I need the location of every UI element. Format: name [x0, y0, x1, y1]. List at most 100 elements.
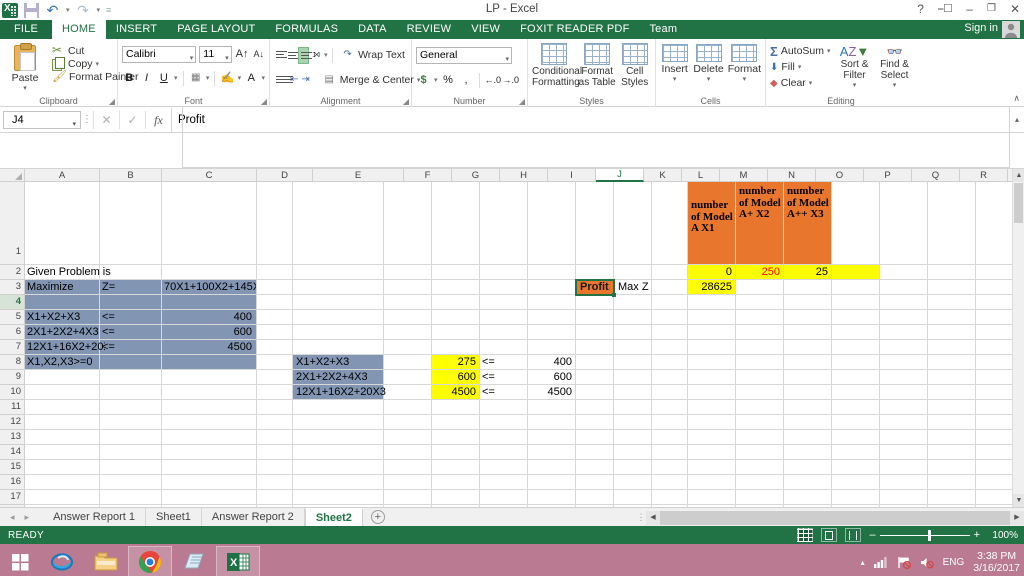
language-indicator[interactable]: ENG — [943, 557, 965, 568]
orientation-icon[interactable]: ⟕ — [311, 47, 320, 63]
column-header-G[interactable]: G — [452, 169, 500, 182]
row-header-8[interactable]: 8 — [0, 355, 25, 370]
cell-A9[interactable]: X1,X2,X3>=0 — [25, 356, 135, 369]
underline-dropdown-icon[interactable]: ▾ — [174, 74, 178, 82]
horizontal-scroll-thumb[interactable] — [660, 510, 1010, 525]
column-header-M[interactable]: M — [720, 169, 768, 182]
increase-decimal-icon[interactable]: ←.0 — [485, 72, 502, 88]
horizontal-scrollbar[interactable]: ⋮ ◀ ▶ — [636, 508, 1024, 527]
sign-in-button[interactable]: Sign in — [964, 22, 998, 34]
row-header-10[interactable]: 10 — [0, 385, 25, 400]
number-dialog-launcher[interactable]: ◢ — [519, 97, 525, 106]
cell-C7[interactable]: 600 — [162, 326, 254, 339]
taskbar-item-file-explorer[interactable] — [84, 546, 128, 576]
tab-insert[interactable]: INSERT — [106, 20, 167, 39]
column-header-B[interactable]: B — [100, 169, 162, 182]
cell-A8[interactable]: 12X1+16X2+20X3 — [25, 341, 105, 354]
italic-button[interactable]: I — [139, 70, 153, 86]
close-button[interactable]: ✕ — [1010, 2, 1020, 16]
number-format-dropdown-icon[interactable]: ▾ — [505, 52, 509, 67]
vertical-scrollbar[interactable]: ▲ ▼ — [1012, 169, 1024, 507]
restore-button[interactable]: ❐ — [987, 2, 996, 16]
cell-K4[interactable]: Max Z — [616, 281, 652, 294]
new-sheet-button[interactable]: + — [370, 510, 385, 524]
taskbar-item-excel[interactable]: X — [216, 546, 260, 576]
vertical-scroll-thumb[interactable] — [1014, 183, 1023, 223]
comma-format-icon[interactable]: , — [459, 72, 474, 88]
network-icon[interactable] — [873, 556, 888, 568]
select-all-button[interactable] — [0, 169, 25, 182]
ribbon-display-options-icon[interactable]: ⎯☐ — [938, 2, 952, 16]
cell-A7[interactable]: 2X1+2X2+4X3 — [25, 326, 99, 339]
cell-I9[interactable]: 400 — [528, 356, 574, 369]
help-icon[interactable]: ? — [917, 2, 924, 16]
cell-I11[interactable]: 4500 — [528, 386, 574, 399]
clear-button[interactable]: ◆ Clear ▾ — [770, 75, 831, 91]
increase-indent-icon[interactable]: ⇥ — [301, 72, 309, 88]
action-center-icon[interactable] — [897, 556, 911, 569]
column-header-H[interactable]: H — [500, 169, 548, 182]
minimize-button[interactable]: – — [966, 2, 973, 16]
clipboard-dialog-launcher[interactable]: ◢ — [109, 97, 115, 106]
number-format-select[interactable]: General ▾ — [416, 46, 512, 67]
column-header-R[interactable]: R — [960, 169, 1008, 182]
cell-O1[interactable]: number of Model A++ X3 — [785, 186, 832, 264]
format-cells-dropdown-icon[interactable]: ▾ — [728, 75, 761, 83]
decrease-decimal-icon[interactable]: →.0 — [503, 72, 520, 88]
scroll-down-button[interactable]: ▼ — [1013, 494, 1024, 507]
hscroll-track[interactable] — [660, 510, 1010, 525]
find-select-dropdown-icon[interactable]: ▾ — [877, 81, 913, 89]
cell-B4[interactable]: Z= — [100, 281, 160, 294]
bold-button[interactable]: B — [122, 70, 136, 86]
align-middle-icon[interactable] — [286, 48, 300, 63]
column-header-O[interactable]: O — [816, 169, 864, 182]
zoom-in-button[interactable]: + — [974, 529, 980, 541]
zoom-track[interactable] — [879, 529, 970, 541]
fill-color-icon[interactable]: ✍ — [220, 70, 235, 86]
cell-G10[interactable]: 600 — [432, 371, 478, 384]
row-header-2[interactable]: 2 — [0, 265, 25, 280]
cell-C4[interactable]: 70X1+100X2+145X3 — [162, 281, 256, 294]
cell-C6[interactable]: 400 — [162, 311, 254, 324]
page-layout-view-icon[interactable] — [821, 528, 838, 542]
cell-B6[interactable]: <= — [100, 311, 160, 324]
scroll-right-button[interactable]: ▶ — [1010, 510, 1024, 525]
sheet-tab-answer-report-2[interactable]: Answer Report 2 — [202, 507, 305, 527]
name-box-dropdown-icon[interactable]: ▾ — [72, 117, 76, 133]
sheet-tab-sheet1[interactable]: Sheet1 — [146, 507, 202, 527]
cancel-entry-icon[interactable]: ✕ — [93, 110, 119, 129]
normal-view-icon[interactable] — [797, 528, 814, 542]
avatar[interactable] — [1002, 21, 1020, 38]
sheet-tab-answer-report-1[interactable]: Answer Report 1 — [43, 507, 146, 527]
tab-data[interactable]: DATA — [348, 20, 397, 39]
confirm-entry-icon[interactable]: ✓ — [119, 110, 145, 129]
show-hidden-icons-icon[interactable]: ▴ — [861, 558, 865, 567]
column-header-Q[interactable]: Q — [912, 169, 960, 182]
underline-button[interactable]: U — [157, 70, 171, 86]
borders-icon[interactable]: ▦ — [189, 70, 203, 86]
decrease-font-size-icon[interactable]: A↓ — [252, 49, 265, 59]
column-header-J[interactable]: J — [596, 169, 644, 182]
name-box[interactable]: J4 ▾ — [3, 110, 81, 129]
autosum-button[interactable]: Σ AutoSum ▾ — [770, 43, 831, 59]
zoom-slider[interactable]: – + — [869, 529, 980, 541]
collapse-ribbon-icon[interactable]: ∧ — [1013, 93, 1020, 104]
tab-team[interactable]: Team — [639, 20, 687, 39]
increase-font-size-icon[interactable]: A↑ — [235, 48, 250, 60]
sheet-tab-sheet2[interactable]: Sheet2 — [304, 507, 363, 527]
row-header-12[interactable]: 12 — [0, 415, 25, 430]
scroll-left-button[interactable]: ◀ — [646, 510, 660, 525]
clear-dropdown-icon[interactable]: ▾ — [809, 79, 813, 87]
cell-B8[interactable]: <= — [100, 341, 160, 354]
font-color-icon[interactable]: A — [244, 70, 258, 86]
orientation-dropdown-icon[interactable]: ▾ — [324, 51, 328, 59]
cell-M3[interactable]: 0 — [688, 266, 734, 279]
tab-foxit-reader-pdf[interactable]: FOXIT READER PDF — [510, 20, 639, 39]
fill-dropdown-icon[interactable]: ▾ — [798, 63, 802, 71]
wrap-text-button[interactable]: ↷ Wrap Text — [338, 47, 407, 63]
align-bottom-icon[interactable] — [297, 46, 312, 64]
cell-H9[interactable]: <= — [480, 356, 526, 369]
cell-I10[interactable]: 600 — [528, 371, 574, 384]
font-color-dropdown-icon[interactable]: ▾ — [262, 74, 266, 82]
tab-view[interactable]: VIEW — [461, 20, 510, 39]
